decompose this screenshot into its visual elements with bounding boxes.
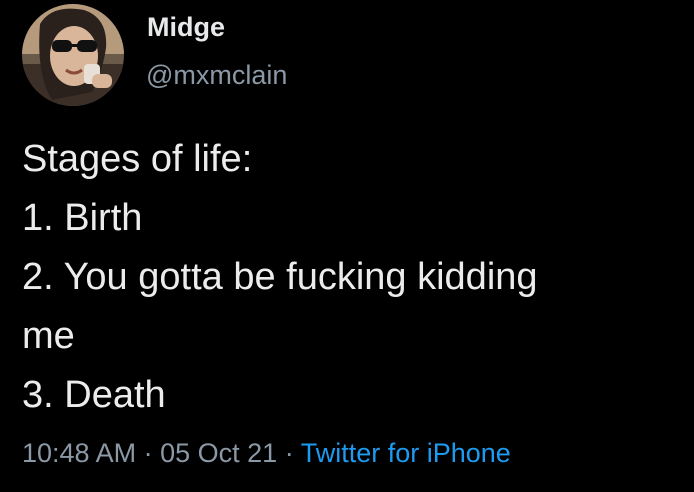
tweet-text: Stages of life: 1. Birth 2. You gotta be… [22, 130, 682, 425]
author-display-name[interactable]: Midge [147, 10, 225, 44]
tweet-card: Midge @mxmclain Stages of life: 1. Birth… [0, 0, 694, 492]
tweet-date[interactable]: 05 Oct 21 [160, 438, 277, 468]
tweet-text-line: me [22, 315, 75, 357]
avatar[interactable] [22, 4, 124, 106]
tweet-time[interactable]: 10:48 AM [22, 438, 136, 468]
meta-separator: · [284, 438, 294, 468]
tweet-source-link[interactable]: Twitter for iPhone [301, 438, 511, 468]
meta-separator: · [143, 438, 153, 468]
tweet-text-line: 3. Death [22, 374, 166, 416]
profile-photo-icon [22, 4, 124, 106]
tweet-text-line: Stages of life: [22, 138, 253, 180]
tweet-text-line: 2. You gotta be fucking kidding [22, 256, 538, 298]
author-handle[interactable]: @mxmclain [146, 58, 287, 92]
tweet-text-line: 1. Birth [22, 197, 143, 239]
tweet-metadata: 10:48 AM · 05 Oct 21 · Twitter for iPhon… [22, 435, 511, 471]
